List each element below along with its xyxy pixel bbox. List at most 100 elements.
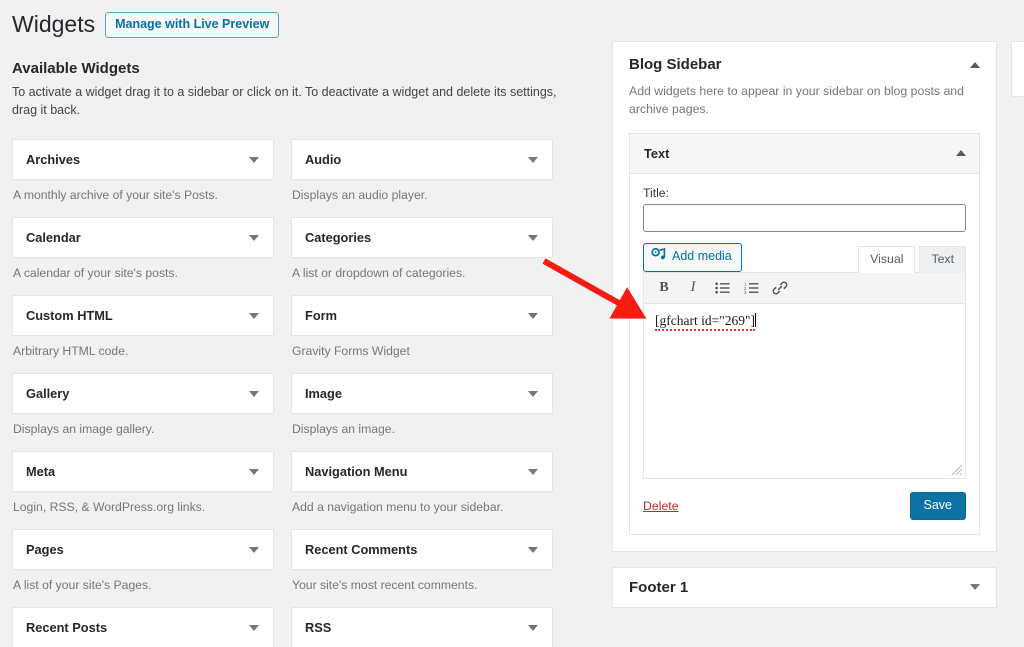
widget-name: Image: [305, 386, 342, 401]
footer-1-sidebar-panel[interactable]: Footer 1: [612, 566, 997, 608]
numbered-list-icon[interactable]: 1 2 3: [738, 276, 764, 300]
blog-sidebar-panel: Blog Sidebar Add widgets here to appear …: [612, 41, 997, 552]
bold-icon[interactable]: B: [651, 276, 677, 300]
chevron-down-icon[interactable]: [528, 468, 538, 475]
chevron-down-icon[interactable]: [249, 156, 259, 163]
bulleted-list-icon[interactable]: [709, 276, 735, 300]
italic-icon[interactable]: I: [680, 276, 706, 300]
widget-pages[interactable]: Pages: [12, 529, 274, 570]
blog-sidebar-title: Blog Sidebar: [629, 56, 722, 73]
widget-name: Archives: [26, 152, 81, 167]
chevron-down-icon[interactable]: [528, 546, 538, 553]
chevron-down-icon[interactable]: [249, 312, 259, 319]
chevron-down-icon[interactable]: [528, 390, 538, 397]
title-input[interactable]: [643, 203, 966, 232]
widget-name: Pages: [26, 542, 64, 557]
widget-cell: Categories A list or dropdown of categor…: [291, 207, 553, 285]
svg-text:3: 3: [744, 290, 747, 294]
chevron-down-icon[interactable]: [249, 624, 259, 631]
blog-sidebar-description: Add widgets here to appear in your sideb…: [629, 84, 964, 116]
widget-meta[interactable]: Meta: [12, 451, 274, 492]
manage-with-live-preview-button[interactable]: Manage with Live Preview: [105, 12, 280, 38]
text-widget-header[interactable]: Text: [630, 133, 979, 174]
chevron-down-icon[interactable]: [249, 234, 259, 241]
text-widget-footer: Delete Save: [643, 491, 966, 522]
blog-sidebar-header[interactable]: Blog Sidebar: [629, 56, 980, 74]
page-header: Widgets Manage with Live Preview: [12, 8, 580, 42]
widget-cell: Audio Displays an audio player.: [291, 129, 553, 207]
widget-categories[interactable]: Categories: [291, 217, 553, 258]
widget-cell: Meta Login, RSS, & WordPress.org links.: [12, 441, 274, 519]
widget-navigation-menu[interactable]: Navigation Menu: [291, 451, 553, 492]
widget-name: Gallery: [26, 386, 70, 401]
adjacent-sidebar-panel-partial[interactable]: [1011, 41, 1024, 97]
widget-cell: Pages A list of your site's Pages.: [12, 519, 274, 597]
widget-recent-comments[interactable]: Recent Comments: [291, 529, 553, 570]
page-title: Widgets: [12, 11, 96, 38]
chevron-down-icon[interactable]: [528, 234, 538, 241]
save-button[interactable]: Save: [909, 491, 966, 520]
widget-cell: RSS Entries from any RSS or Atom feed.: [291, 597, 553, 647]
available-widgets-grid: Archives A monthly archive of your site'…: [12, 129, 580, 647]
resize-handle-icon[interactable]: [949, 462, 963, 476]
sidebars-column: Blog Sidebar Add widgets here to appear …: [612, 41, 997, 608]
widget-cell: Calendar A calendar of your site's posts…: [12, 207, 274, 285]
chevron-up-icon[interactable]: [970, 62, 980, 68]
chevron-down-icon[interactable]: [249, 546, 259, 553]
widget-archives[interactable]: Archives: [12, 139, 274, 180]
widget-name: Recent Posts: [26, 620, 108, 635]
widget-name: Form: [305, 308, 337, 323]
widget-gallery[interactable]: Gallery: [12, 373, 274, 414]
chevron-up-icon[interactable]: [956, 150, 966, 157]
chevron-down-icon[interactable]: [249, 468, 259, 475]
widget-description: Login, RSS, & WordPress.org links.: [13, 500, 206, 514]
widget-rss[interactable]: RSS: [291, 607, 553, 647]
delete-link[interactable]: Delete: [643, 499, 679, 513]
footer-1-title: Footer 1: [629, 578, 689, 596]
widget-name: Meta: [26, 464, 56, 479]
widget-name: Navigation Menu: [305, 464, 408, 479]
add-media-label: Add media: [672, 249, 732, 264]
available-widgets-column: Widgets Manage with Live Preview Availab…: [0, 0, 592, 647]
text-widget-body: Title: Add media Visual Text B I 1 2 3 […: [630, 174, 979, 534]
widget-name: Calendar: [26, 230, 81, 245]
tab-visual[interactable]: Visual: [858, 245, 916, 273]
shortcode-word-gfchart: [gfchart id="269"]: [655, 312, 755, 331]
widget-audio[interactable]: Audio: [291, 139, 553, 180]
editor-format-toolbar: B I 1 2 3: [644, 272, 965, 304]
editor-shell: B I 1 2 3 [gfchart id="269"]: [643, 271, 966, 479]
widget-name: Recent Comments: [305, 542, 418, 557]
widget-description: Add a navigation menu to your sidebar.: [292, 500, 504, 514]
widget-cell: Gallery Displays an image gallery.: [12, 363, 274, 441]
widget-cell: Recent Comments Your site's most recent …: [291, 519, 553, 597]
widget-recent-posts[interactable]: Recent Posts: [12, 607, 274, 647]
widget-form[interactable]: Form: [291, 295, 553, 336]
widget-name: Categories: [305, 230, 372, 245]
widget-description: Arbitrary HTML code.: [13, 344, 129, 358]
title-field-label: Title:: [643, 185, 669, 200]
widget-cell: Archives A monthly archive of your site'…: [12, 129, 274, 207]
text-widget-title: Text: [644, 145, 670, 161]
widget-description: A monthly archive of your site's Posts.: [13, 188, 218, 202]
widget-custom-html[interactable]: Custom HTML: [12, 295, 274, 336]
widget-calendar[interactable]: Calendar: [12, 217, 274, 258]
widget-description: Displays an image gallery.: [13, 422, 155, 436]
tab-text[interactable]: Text: [919, 245, 966, 273]
link-icon[interactable]: [767, 276, 793, 300]
widget-description: A calendar of your site's posts.: [13, 266, 178, 280]
text-cursor: [754, 312, 756, 327]
chevron-down-icon[interactable]: [528, 312, 538, 319]
widget-cell: Image Displays an image.: [291, 363, 553, 441]
editor-content-area[interactable]: [gfchart id="269"]: [644, 303, 965, 478]
widget-description: Displays an image.: [292, 422, 395, 436]
chevron-down-icon[interactable]: [249, 390, 259, 397]
chevron-down-icon[interactable]: [528, 624, 538, 631]
chevron-down-icon[interactable]: [970, 584, 980, 591]
widget-name: Audio: [305, 152, 342, 167]
add-media-button[interactable]: Add media: [643, 242, 742, 272]
widget-cell: Navigation Menu Add a navigation menu to…: [291, 441, 553, 519]
chevron-down-icon[interactable]: [528, 156, 538, 163]
widget-description: Gravity Forms Widget: [292, 344, 410, 358]
shortcode-text: [gfchart id="269"]: [655, 312, 755, 331]
widget-image[interactable]: Image: [291, 373, 553, 414]
